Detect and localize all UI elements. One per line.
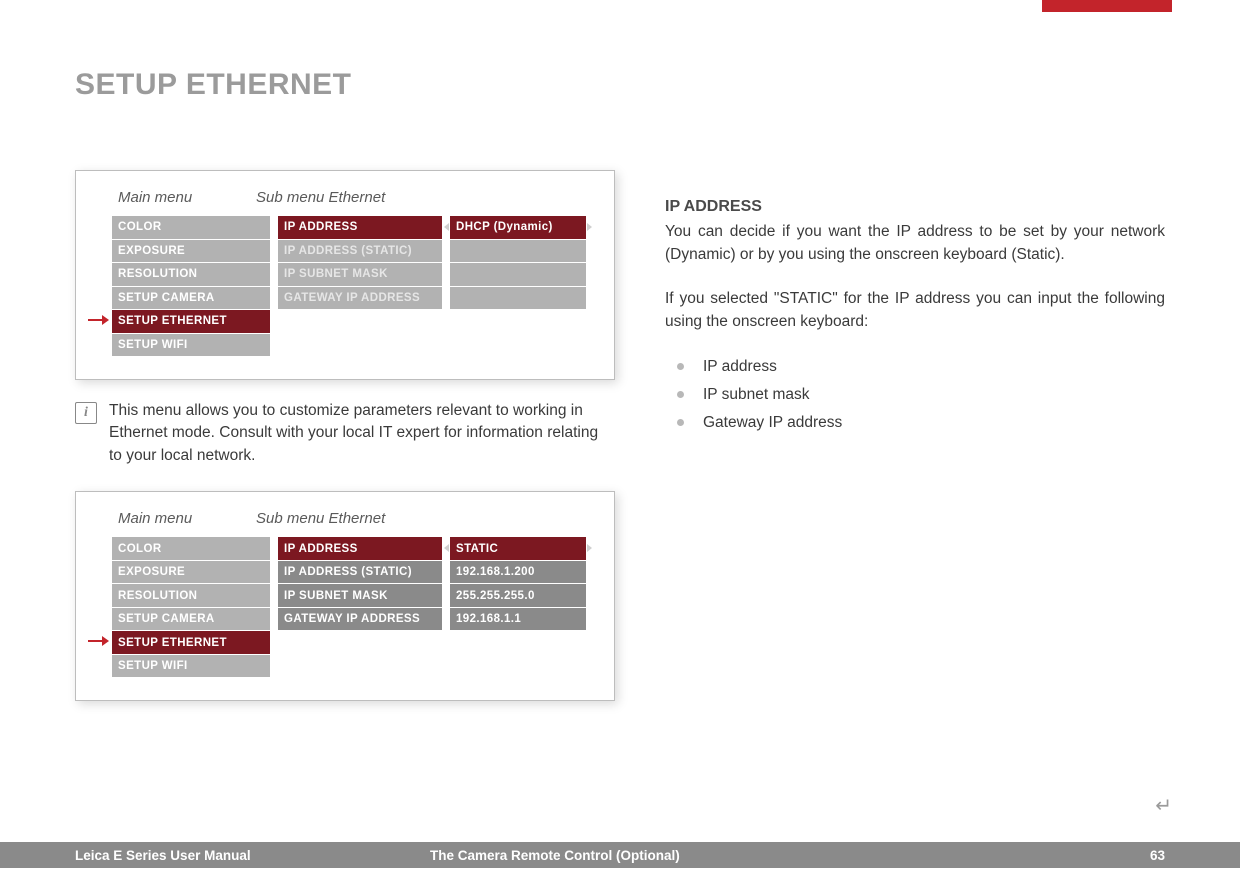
main-menu-item: SETUP ETHERNET: [112, 631, 270, 654]
body-text: If you selected "STATIC" for the IP addr…: [665, 287, 1165, 334]
sub-menu-item: IP SUBNET MASK: [278, 263, 442, 286]
main-menu-item: SETUP ETHERNET: [112, 310, 270, 333]
sub-menu-item: GATEWAY IP ADDRESS: [278, 287, 442, 310]
sub-menu-value: 255.255.255.0: [450, 584, 586, 607]
page-title: SETUP ETHERNET: [75, 68, 615, 102]
sub-menu-item: IP ADDRESS (STATIC): [278, 240, 442, 263]
footer-section-title: The Camera Remote Control (Optional): [430, 848, 1140, 863]
page-footer: Leica E Series User Manual The Camera Re…: [0, 836, 1240, 874]
sub-menu-item: IP ADDRESS (STATIC): [278, 561, 442, 584]
panel-header-sub: Sub menu Ethernet: [250, 189, 600, 206]
menu-panel-dynamic: Main menu Sub menu Ethernet COLOREXPOSUR…: [75, 170, 615, 380]
sub-menu-value: [450, 263, 586, 286]
main-menu-item: RESOLUTION: [112, 584, 270, 607]
sub-menu-value: STATIC: [450, 537, 586, 560]
bullet-item: IP subnet mask: [677, 381, 1165, 409]
info-icon: i: [75, 402, 97, 424]
info-note: i This menu allows you to customize para…: [75, 400, 615, 467]
sub-menu-value: DHCP (Dynamic): [450, 216, 586, 239]
sub-menu-value: [450, 240, 586, 263]
sub-menu-item: IP SUBNET MASK: [278, 584, 442, 607]
panel-header-sub: Sub menu Ethernet: [250, 510, 600, 527]
pointer-arrow-icon: [88, 315, 110, 325]
main-menu-item: SETUP CAMERA: [112, 608, 270, 631]
pointer-arrow-icon: [88, 636, 110, 646]
body-text: You can decide if you want the IP addres…: [665, 220, 1165, 267]
sub-menu-value: 192.168.1.200: [450, 561, 586, 584]
main-menu-item: SETUP WIFI: [112, 334, 270, 357]
section-tab: [1042, 0, 1172, 12]
main-menu-item: COLOR: [112, 537, 270, 560]
bullet-list: IP addressIP subnet maskGateway IP addre…: [665, 353, 1165, 437]
sub-menu-value: 192.168.1.1: [450, 608, 586, 631]
sub-menu-value: [450, 287, 586, 310]
main-menu-item: EXPOSURE: [112, 561, 270, 584]
main-menu-item: EXPOSURE: [112, 240, 270, 263]
panel-header-main: Main menu: [90, 189, 250, 206]
info-text: This menu allows you to customize parame…: [109, 400, 611, 467]
sub-menu-item: GATEWAY IP ADDRESS: [278, 608, 442, 631]
sub-menu-item: IP ADDRESS: [278, 537, 442, 560]
bullet-item: Gateway IP address: [677, 409, 1165, 437]
section-heading: IP ADDRESS: [665, 198, 1165, 216]
main-menu-item: RESOLUTION: [112, 263, 270, 286]
sub-menu-item: IP ADDRESS: [278, 216, 442, 239]
footer-manual-title: Leica E Series User Manual: [0, 848, 430, 863]
main-menu-item: SETUP CAMERA: [112, 287, 270, 310]
main-menu-item: COLOR: [112, 216, 270, 239]
main-menu-item: SETUP WIFI: [112, 655, 270, 678]
panel-header-main: Main menu: [90, 510, 250, 527]
bullet-item: IP address: [677, 353, 1165, 381]
footer-page-number: 63: [1140, 848, 1240, 863]
menu-panel-static: Main menu Sub menu Ethernet COLOREXPOSUR…: [75, 491, 615, 701]
return-icon: ↵: [1155, 793, 1172, 818]
